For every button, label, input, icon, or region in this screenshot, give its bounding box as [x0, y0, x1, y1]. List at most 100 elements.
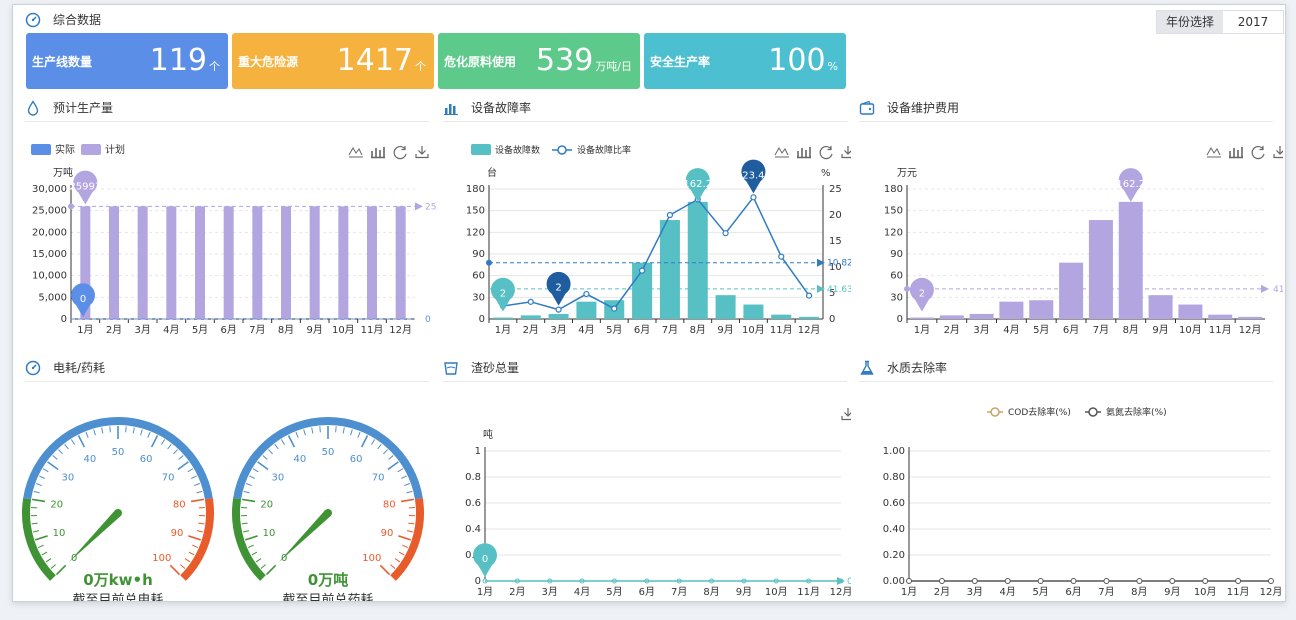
- gauge-tick: [109, 426, 111, 433]
- flask-icon: [860, 360, 874, 375]
- download-icon[interactable]: [415, 146, 429, 159]
- bar-switch-icon[interactable]: [1229, 147, 1243, 159]
- line-point: [1202, 578, 1209, 584]
- y-tick-label-right: 20: [829, 210, 842, 221]
- refresh-icon[interactable]: [393, 145, 407, 160]
- y-tick-label: 150: [466, 206, 485, 217]
- bar-switch-icon[interactable]: [371, 147, 385, 159]
- wallet-icon: [859, 100, 875, 115]
- line-point: [938, 578, 945, 584]
- mark-point-min: 2: [909, 277, 934, 312]
- x-tick-label: 8月: [690, 324, 706, 336]
- y-axis-label-left: 台: [487, 166, 497, 179]
- stat-card-chemical-usage: 危化原料使用 539 万吨/日: [438, 33, 640, 89]
- download-icon[interactable]: [841, 408, 851, 421]
- gauge-tick: [387, 461, 399, 471]
- gauge-tick: [242, 530, 250, 533]
- line-switch-icon[interactable]: [774, 147, 789, 158]
- gauge-tick-label: 10: [263, 528, 276, 539]
- gauge-tick: [70, 439, 76, 445]
- gauge-tick: [245, 483, 252, 487]
- mark-line-start: [904, 285, 910, 292]
- y-tick-label: 0.40: [883, 524, 905, 535]
- download-icon[interactable]: [1273, 146, 1283, 159]
- y-tick-label: 120: [466, 227, 485, 238]
- x-tick-label: 9月: [736, 586, 752, 598]
- year-select-value[interactable]: 2017: [1223, 11, 1283, 33]
- y-tick-label: 10,000: [32, 271, 67, 282]
- y-tick-label: 0.4: [465, 524, 481, 535]
- gauge-tick: [184, 558, 191, 563]
- y-tick-label: 1.00: [883, 446, 905, 457]
- y-tick-label-right: 15: [829, 236, 842, 247]
- x-tick-label: 1月: [495, 324, 511, 336]
- bar-failure-count: [659, 220, 680, 319]
- gauge-icon: [25, 360, 41, 376]
- x-tick-label: 4月: [574, 586, 590, 598]
- gauge-tick: [243, 490, 250, 494]
- bar-switch-icon[interactable]: [797, 147, 811, 159]
- refresh-icon[interactable]: [1251, 145, 1265, 160]
- mark-point-max: 162.2: [1116, 168, 1145, 202]
- gauge-tick: [398, 551, 405, 556]
- gauge-tick: [255, 558, 262, 563]
- gauge-tick-label: 80: [383, 499, 396, 510]
- gauge-tick: [398, 535, 411, 541]
- x-tick-label: 2月: [934, 586, 950, 598]
- mark-line-label: 0: [425, 315, 431, 325]
- gauge-tick: [177, 461, 189, 471]
- gauge-tick: [169, 564, 181, 576]
- failure-chart: 设备故障数 设备故障比率台 %030609012015018005101520251…: [466, 144, 851, 336]
- x-tick-label: 5月: [192, 324, 208, 336]
- mark-line-label: 41.63: [827, 285, 851, 295]
- y-tick-label: 0.60: [883, 498, 905, 509]
- stat-name: 安全生产率: [650, 55, 711, 69]
- gauge-tick: [50, 564, 56, 569]
- y-tick-label: 0: [479, 314, 485, 325]
- x-tick-label: 5月: [606, 586, 622, 598]
- gauge-tick: [406, 530, 414, 533]
- line-point: [750, 194, 757, 201]
- x-tick-label: 11月: [361, 324, 384, 336]
- year-select[interactable]: 年份选择 2017: [1156, 10, 1284, 34]
- gauge-tick: [196, 530, 204, 533]
- dashboard-frame: 综合数据 年份选择 2017 生产线数量 119 个 重大危险源 1417 个 危化…: [12, 4, 1286, 602]
- line-switch-icon[interactable]: [348, 147, 363, 158]
- water-chart: COD去除率(%) 氨氮去除率(%) 0.00 0.20 0.40 0.60 0.80 1.0…: [883, 406, 1283, 598]
- x-tick-label: 7月: [1093, 324, 1109, 336]
- y-tick-label-right: 0: [829, 314, 835, 325]
- line-point: [583, 290, 590, 298]
- line-point: [1268, 578, 1274, 584]
- bar-failure-count: [576, 301, 597, 319]
- y-tick-label: 0.8: [465, 472, 481, 483]
- gauge-needle: [278, 510, 331, 563]
- y-axis-label: 万吨: [53, 166, 73, 179]
- legend-swatch-actual: [31, 144, 51, 155]
- gauge-tick-label: 40: [83, 454, 96, 465]
- gauge-tick-label: 20: [50, 499, 63, 510]
- bar-plan: [252, 206, 263, 319]
- bar-plan: [223, 206, 234, 319]
- y-tick-label: 120: [884, 227, 903, 238]
- x-tick-label: 11月: [1209, 324, 1232, 336]
- icon-shape: [371, 147, 385, 159]
- line-switch-icon[interactable]: [1206, 147, 1221, 158]
- legend-label: 设备故障数: [495, 144, 540, 156]
- gauge-tick: [41, 551, 48, 556]
- bar-failure-count: [799, 316, 820, 319]
- refresh-icon[interactable]: [819, 145, 833, 160]
- icon-shape: [774, 147, 789, 158]
- x-tick-label: 4月: [578, 324, 594, 336]
- y-tick-label: 180: [884, 184, 903, 195]
- stat-value: 539 万吨/日: [536, 43, 632, 78]
- x-tick-label: 12月: [389, 324, 412, 336]
- download-icon[interactable]: [841, 146, 851, 159]
- x-tick-label: 12月: [798, 324, 821, 336]
- divider: [443, 381, 847, 382]
- gauge-tick: [360, 435, 369, 448]
- y-tick-label: 15,000: [32, 249, 67, 260]
- x-tick-label: 7月: [1098, 586, 1114, 598]
- line-point: [666, 211, 674, 219]
- gauge-tick: [357, 431, 361, 438]
- bar-maintenance-cost: [939, 315, 964, 319]
